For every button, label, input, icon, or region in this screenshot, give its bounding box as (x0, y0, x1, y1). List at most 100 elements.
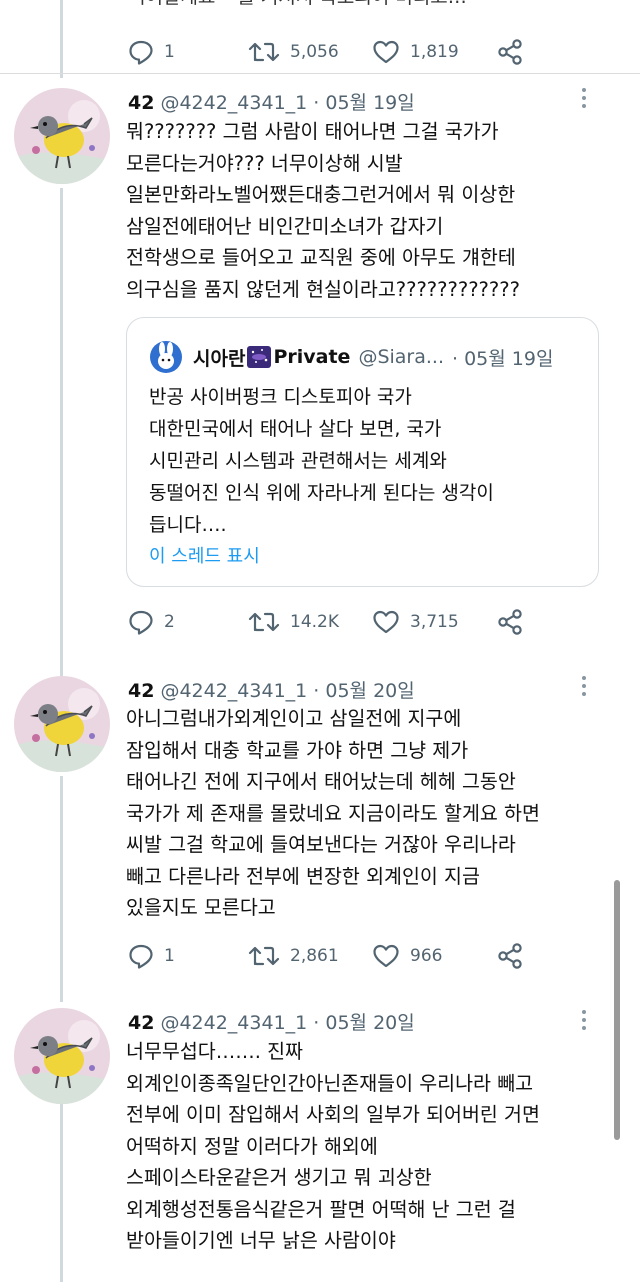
reply-count: 2 (164, 612, 175, 632)
user-handle[interactable]: @4242_4341_1 (160, 92, 307, 114)
thread-line (60, 0, 63, 78)
display-name[interactable]: 42 (128, 1012, 154, 1034)
tweet-header: 42 @4242_4341_1 · 05월 20일 (128, 1008, 415, 1035)
quoted-handle[interactable]: @Siara... (358, 346, 444, 368)
tweet-text: 너무무섭다……. 진짜 외계인이종족일단인간아닌존재들이 우리나라 빼고 전부에… (126, 1036, 631, 1257)
rabbit-avatar-icon (150, 341, 182, 373)
tweet-line: 씨발 그걸 학교에 들여보낸다는 거잖아 우리나라 (126, 833, 516, 856)
avatar[interactable] (14, 1008, 110, 1104)
scrollbar-thumb[interactable] (614, 880, 620, 1140)
quoted-line: 듭니다…. (149, 514, 227, 536)
tweet-date[interactable]: · 05월 20일 (313, 1012, 414, 1034)
tweet-line: 태어나긴 전에 지구에서 태어났는데 헤헤 그동안 (126, 770, 516, 793)
tweet-header: 42 @4242_4341_1 · 05월 19일 (128, 88, 415, 115)
like-icon (373, 944, 399, 968)
share-icon (498, 609, 522, 635)
tweet-date[interactable]: · 05월 20일 (313, 680, 414, 702)
thread-line (60, 776, 63, 1002)
tweet-line: 삼일전에태어난 비인간미소녀가 갑자기 (126, 214, 444, 238)
like-count: 966 (410, 946, 443, 966)
galaxy-emoji-icon (247, 346, 272, 368)
tweet-line: 의구심을 품지 않던게 현실이라고???????????? (126, 277, 520, 301)
user-handle[interactable]: @4242_4341_1 (160, 1012, 307, 1034)
like-button[interactable]: 3,715 (372, 609, 496, 635)
like-button[interactable]: 1,819 (372, 39, 496, 65)
reply-icon (129, 944, 153, 969)
more-icon (582, 1010, 586, 1014)
reply-button[interactable]: 1 (128, 39, 248, 65)
quoted-line: 대한민국에서 태어나 살다 보면, 국가 (149, 418, 442, 440)
share-icon (498, 39, 522, 65)
share-button[interactable] (496, 38, 524, 66)
reply-count: 1 (164, 42, 175, 62)
more-options-button[interactable] (580, 676, 588, 696)
reply-icon (129, 610, 153, 635)
share-button[interactable] (496, 608, 524, 636)
quoted-date[interactable]: · 05월 19일 (452, 344, 553, 371)
avatar-bird-icon (14, 676, 110, 772)
retweet-button[interactable]: 14.2K (248, 609, 372, 635)
retweet-count: 14.2K (290, 612, 339, 632)
tweet-line: 어떡하지 정말 이러다가 해외에 (126, 1134, 378, 1158)
share-icon (498, 943, 522, 969)
tweet-text: 뭐??????? 그럼 사람이 태어나면 그걸 국가가 모른다는거야??? 너무… (126, 116, 631, 305)
like-button[interactable]: 966 (372, 943, 496, 969)
tweet-line: 너무무섭다……. 진짜 (126, 1040, 303, 1063)
retweet-count: 2,861 (290, 946, 339, 966)
quoted-line: 시민관리 시스템과 관련해서는 세계와 (149, 450, 447, 472)
tweet-line: 외계인이종족일단인간아닌존재들이 우리나라 빼고 (126, 1071, 534, 1095)
tweet-line: 뭐??????? 그럼 사람이 태어나면 그걸 국가가 (126, 120, 499, 143)
thread-line (60, 188, 63, 678)
quoted-line: 동떨어진 인식 위에 자라나게 된다는 생각이 (149, 482, 494, 504)
avatar-bird-icon (14, 1008, 110, 1104)
more-icon (582, 88, 586, 92)
retweet-icon (248, 612, 280, 632)
tweet-line: 국가가 제 존재를 몰랐네요 지금이라도 할게요 하면 (126, 801, 540, 825)
tweet-line: 스페이스타운같은거 생기고 뭐 괴상한 (126, 1166, 432, 1189)
tweet-header: 42 @4242_4341_1 · 05월 20일 (128, 676, 415, 703)
tweet-divider (0, 73, 640, 74)
like-icon (373, 610, 399, 634)
quoted-private-label: Private (273, 346, 351, 368)
quoted-tweet-text: 반공 사이버펑크 디스토피아 국가 대한민국에서 태어나 살다 보면, 국가 시… (149, 381, 494, 541)
quoted-display-name[interactable]: 시아란 (193, 344, 245, 371)
action-bar: 2 14.2K 3,715 (128, 608, 524, 636)
tweet-line: 일본만화라노벨어쨌든대충그런거에서 뭐 이상한 (126, 183, 516, 206)
tweet-line: 잠입해서 대충 학교를 가야 하면 그냥 제가 (126, 738, 469, 762)
show-thread-link[interactable]: 이 스레드 표시 (149, 542, 260, 568)
display-name[interactable]: 42 (128, 92, 154, 114)
reply-count: 1 (164, 946, 175, 966)
quoted-tweet-header: 시아란 Private @Siara... · 05월 19일 (149, 340, 553, 374)
reply-button[interactable]: 1 (128, 943, 248, 969)
tweet-line: 전학생으로 들어오고 교직원 중에 아무도 걔한테 (126, 246, 516, 269)
avatar[interactable] (14, 88, 110, 184)
user-handle[interactable]: @4242_4341_1 (160, 680, 307, 702)
tweet-date[interactable]: · 05월 19일 (313, 92, 414, 114)
like-count: 3,715 (410, 612, 459, 632)
retweet-button[interactable]: 5,056 (248, 39, 372, 65)
like-icon (373, 40, 399, 64)
more-options-button[interactable] (580, 88, 588, 108)
thread-line (60, 1102, 63, 1282)
tweet-line: 모른다는거야??? 너무이상해 시발 (126, 151, 403, 175)
tweet-line: 받아들이기엔 너무 낡은 사람이야 (126, 1229, 396, 1252)
share-button[interactable] (496, 942, 524, 970)
reply-icon (129, 40, 153, 65)
retweet-icon (248, 946, 280, 966)
avatar[interactable] (14, 676, 110, 772)
action-bar: 1 2,861 966 (128, 942, 524, 970)
avatar-bird-icon (14, 88, 110, 184)
tweet-line: 있을지도 모른다고 (126, 896, 276, 919)
retweet-count: 5,056 (290, 42, 339, 62)
reply-button[interactable]: 2 (128, 609, 248, 635)
more-options-button[interactable] (580, 1010, 588, 1030)
tweet-line: 전부에 이미 잠입해서 사회의 일부가 되어버린 거면 (126, 1103, 540, 1126)
previous-tweet-text: 씩어갈게요~ 를 거져서 폭로되어 버리고… (128, 0, 467, 9)
quoted-line: 반공 사이버펑크 디스토피아 국가 (149, 386, 412, 408)
action-bar: 1 5,056 1,819 (128, 38, 524, 66)
retweet-button[interactable]: 2,861 (248, 943, 372, 969)
quoted-tweet-card[interactable]: 시아란 Private @Siara... · 05월 19일 반공 사이버펑크… (126, 317, 599, 587)
retweet-icon (248, 42, 280, 62)
display-name[interactable]: 42 (128, 680, 154, 702)
tweet-text: 아니그럼내가외계인이고 삼일전에 지구에 잠입해서 대충 학교를 가야 하면 그… (126, 703, 631, 924)
